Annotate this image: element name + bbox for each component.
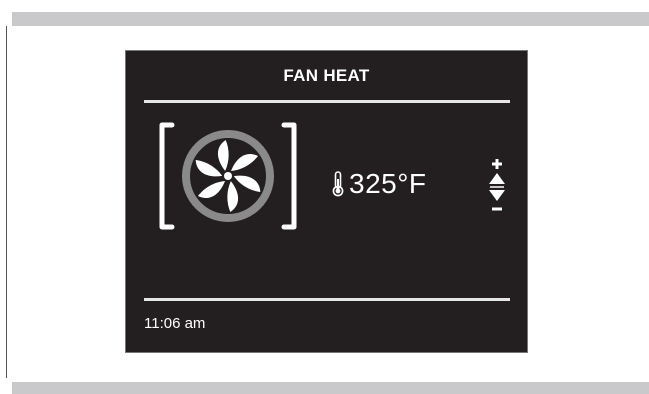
top-rule [12,12,649,26]
temperature-value: 325°F [349,168,427,199]
temperature-readout: 325°F [331,164,427,204]
clock-time: 11:06 am [144,315,206,332]
top-divider [144,100,510,103]
left-margin-line [6,26,7,378]
bottom-divider [144,298,510,301]
control-display: FAN HEAT 325°F 11:06 am [125,50,528,353]
temperature-adjust-icon[interactable] [486,157,508,219]
thermometer-icon [332,171,344,197]
bottom-rule [12,382,649,394]
fan-icon[interactable] [158,121,298,231]
mode-title: FAN HEAT [283,66,370,85]
